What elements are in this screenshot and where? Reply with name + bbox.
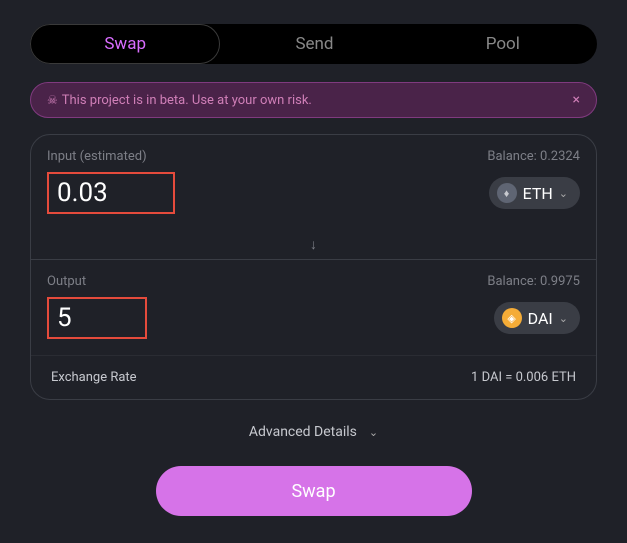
output-balance: Balance: 0.9975 (487, 274, 580, 289)
eth-icon: ♦ (497, 183, 517, 203)
beta-banner: ☠ This project is in beta. Use at your o… (30, 82, 597, 118)
tab-bar: Swap Send Pool (30, 24, 597, 64)
chevron-down-icon: ⌄ (369, 426, 378, 439)
chevron-down-icon: ⌄ (559, 187, 568, 200)
advanced-label: Advanced Details (249, 424, 357, 440)
input-header: Input (estimated) Balance: 0.2324 (31, 135, 596, 164)
advanced-details-toggle[interactable]: Advanced Details ⌄ (30, 424, 597, 440)
output-row: ◈ DAI ⌄ (31, 289, 596, 355)
input-highlight (47, 172, 175, 214)
rate-label: Exchange Rate (51, 370, 137, 385)
output-highlight (47, 297, 147, 339)
output-token-name: DAI (528, 309, 553, 328)
input-token-name: ETH (523, 184, 553, 203)
input-row: ♦ ETH ⌄ (31, 164, 596, 230)
input-label: Input (estimated) (47, 149, 147, 164)
output-label: Output (47, 274, 86, 289)
input-token-selector[interactable]: ♦ ETH ⌄ (489, 177, 580, 209)
tab-pool[interactable]: Pool (409, 24, 597, 64)
tab-send[interactable]: Send (220, 24, 408, 64)
input-balance: Balance: 0.2324 (487, 149, 580, 164)
close-icon[interactable]: × (573, 92, 580, 108)
exchange-rate-row: Exchange Rate 1 DAI = 0.006 ETH (31, 355, 596, 399)
swap-button[interactable]: Swap (156, 466, 472, 516)
tab-swap[interactable]: Swap (30, 24, 220, 64)
banner-text: This project is in beta. Use at your own… (62, 93, 573, 108)
dai-icon: ◈ (502, 308, 522, 328)
output-header: Output Balance: 0.9975 (31, 260, 596, 289)
skull-icon: ☠ (47, 93, 58, 107)
output-token-selector[interactable]: ◈ DAI ⌄ (494, 302, 580, 334)
input-amount[interactable] (57, 174, 391, 212)
swap-direction-arrow[interactable]: ↓ (31, 230, 596, 259)
output-amount[interactable] (57, 299, 391, 337)
chevron-down-icon: ⌄ (559, 312, 568, 325)
rate-value: 1 DAI = 0.006 ETH (471, 370, 576, 385)
swap-panel: Input (estimated) Balance: 0.2324 ♦ ETH … (30, 134, 597, 400)
